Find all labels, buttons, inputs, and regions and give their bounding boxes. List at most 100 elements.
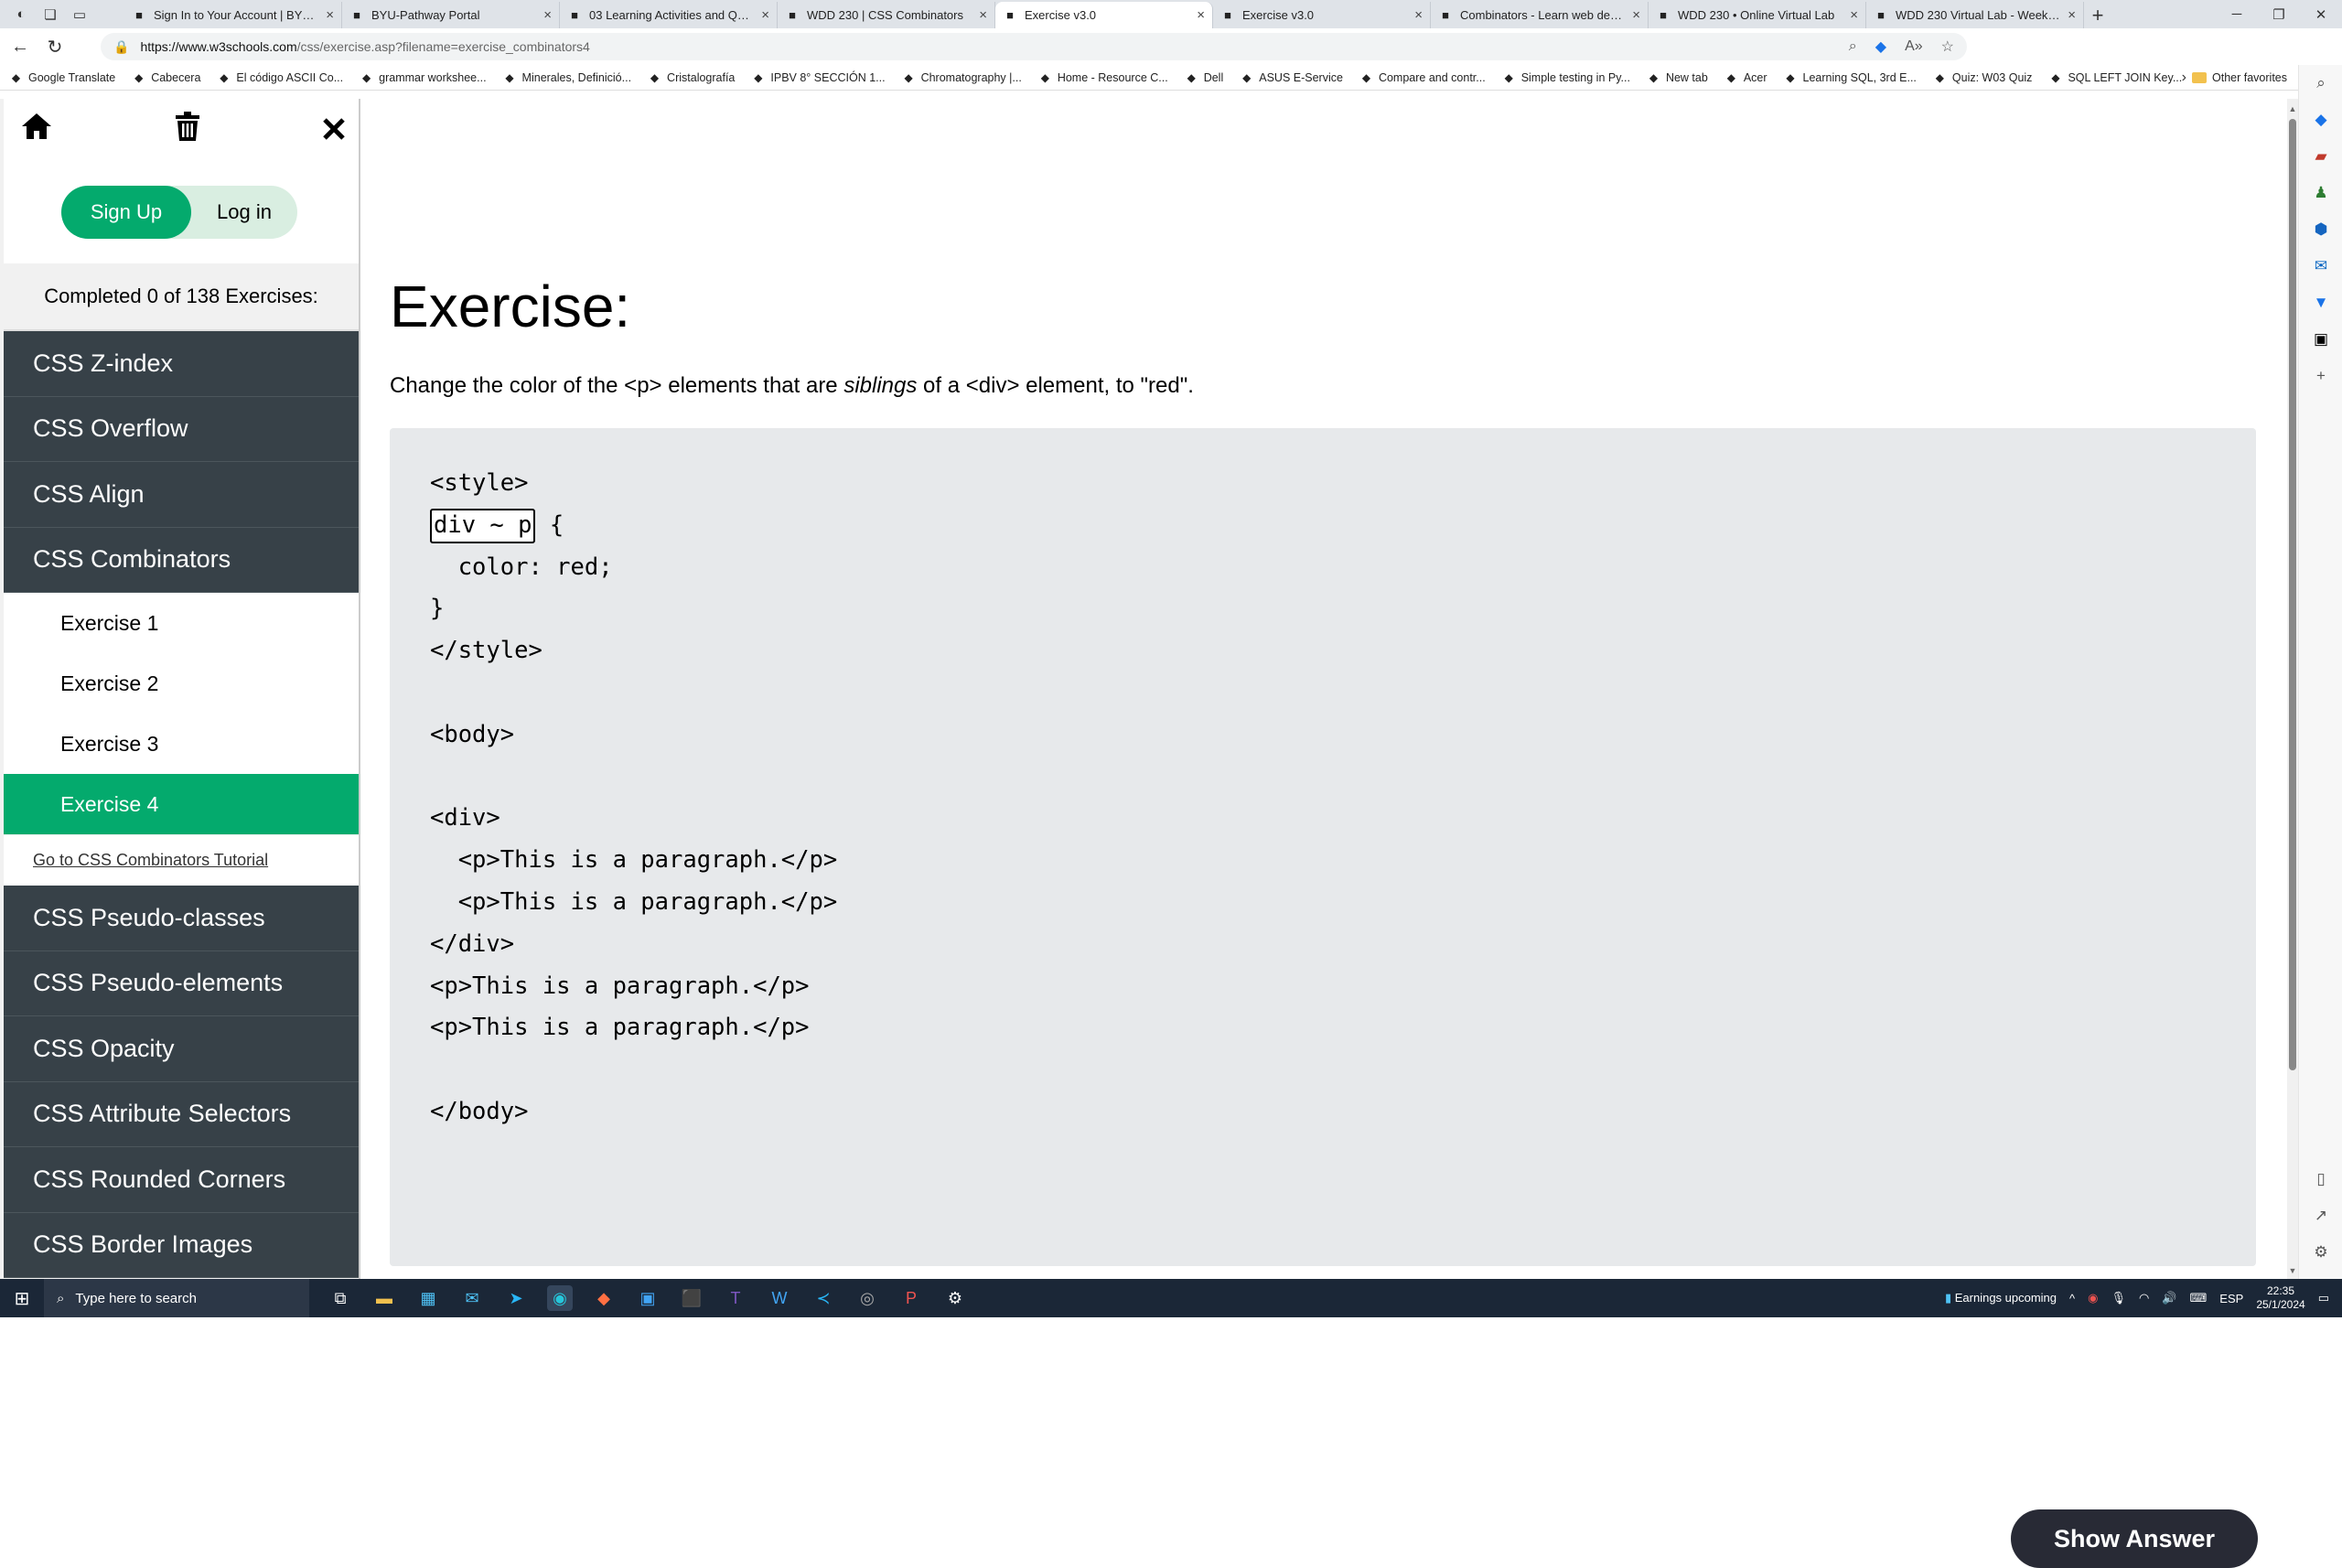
wifi-icon[interactable]: ◠ [2139,1291,2149,1305]
bookmark-item[interactable]: ◆ Chromatography |... [902,70,1021,84]
edge-icon[interactable]: ◉ [547,1285,573,1311]
browser-tab[interactable]: ■ Exercise v3.0 × [995,2,1213,28]
bookmark-item[interactable]: ◆ SQL LEFT JOIN Key... [2048,70,2182,84]
zoom-icon[interactable]: ⌕ [1849,38,1857,55]
minimize-icon[interactable]: ─ [2216,0,2258,28]
browser-tab[interactable]: ■ Combinators - Learn web develo × [1431,2,1649,28]
bookmark-item[interactable]: ◆ Google Translate [9,70,115,84]
new-tab-icon[interactable]: + [2084,2,2111,28]
bookmark-item[interactable]: ◆ Home - Resource C... [1038,70,1168,84]
outlook-icon[interactable]: ✉ [2299,248,2342,285]
chrome-like-icon[interactable]: ◎ [854,1285,880,1311]
pycharm-icon[interactable]: ⬛ [679,1285,704,1311]
windows-start-icon[interactable]: ⊞ [0,1279,44,1317]
volume-icon[interactable]: 🔊 [2162,1291,2176,1305]
sidebar-menu-item[interactable]: CSS Pseudo-classes [4,886,359,951]
url-field[interactable]: 🔒 https://www.w3schools.com/css/exercise… [101,33,1967,60]
bookmark-item[interactable]: ◆ Learning SQL, 3rd E... [1784,70,1917,84]
bookmark-item[interactable]: ◆ Quiz: W03 Quiz [1933,70,2033,84]
powerpoint-icon[interactable]: P [898,1285,924,1311]
open-external-icon[interactable]: ↗ [2299,1197,2342,1234]
show-answer-button[interactable]: Show Answer [2011,1509,2258,1568]
profile-icon[interactable]: ◐ [13,6,29,23]
sidebar-menu-item[interactable]: CSS Border Images [4,1212,359,1278]
task-view-icon[interactable]: ⧉ [328,1285,353,1311]
shopping-tag-icon[interactable]: ◆ [2299,102,2342,138]
bookmark-item[interactable]: ◆ grammar workshee... [360,70,487,84]
bookmark-item[interactable]: ◆ Minerales, Definició... [503,70,631,84]
other-favorites[interactable]: Other favorites [2192,65,2287,90]
sidebar-menu-item[interactable]: CSS Z-index [4,331,359,397]
browser-tab[interactable]: ■ WDD 230 Virtual Lab - Week 3 - × [1866,2,2084,28]
bookmark-item[interactable]: ◆ Simple testing in Py... [1502,70,1630,84]
bookmark-item[interactable]: ◆ IPBV 8° SECCIÓN 1... [751,70,885,84]
language-indicator[interactable]: ESP [2219,1292,2243,1305]
back-icon[interactable]: ← [5,32,35,61]
sidebar-exercise-item[interactable]: Exercise 1 [4,593,359,653]
bookmark-item[interactable]: ◆ Cabecera [132,70,200,84]
close-tab-icon[interactable]: × [1850,7,1858,23]
news-widget[interactable]: ▮ Earnings upcoming [1945,1291,2057,1305]
answer-input[interactable]: div ~ p [430,508,536,543]
sidebar-exercise-item[interactable]: Exercise 4 [4,774,359,834]
add-icon[interactable]: + [2299,358,2342,394]
scroll-up-icon[interactable]: ▲ [2287,102,2298,115]
close-window-icon[interactable]: ✕ [2300,0,2342,28]
bookmark-item[interactable]: ◆ El código ASCII Co... [217,70,343,84]
browser-tab[interactable]: ■ Sign In to Your Account | BYU-Pa × [124,2,342,28]
trash-icon[interactable] [175,111,200,149]
close-icon[interactable] [322,111,346,149]
sidebar-menu-item[interactable]: CSS Align [4,462,359,528]
vscode-icon[interactable]: ≺ [811,1285,836,1311]
telegram-icon[interactable]: ➤ [503,1285,529,1311]
bookmark-item[interactable]: ◆ New tab [1647,70,1708,84]
page-scrollbar[interactable]: ▲ ▼ [2287,99,2298,1279]
bookmark-item[interactable]: ◆ Dell [1185,70,1224,84]
microsoft365-icon[interactable]: ⬢ [2299,211,2342,248]
games-icon[interactable]: ♟ [2299,175,2342,211]
restore-icon[interactable]: ❐ [2258,0,2300,28]
scroll-down-icon[interactable]: ▼ [2287,1264,2298,1277]
sidebar-menu-item[interactable]: CSS Combinators [4,527,359,593]
chevron-right-icon[interactable]: › [2182,65,2186,90]
browser-tab[interactable]: ■ WDD 230 | CSS Combinators × [778,2,995,28]
file-explorer-icon[interactable]: ▬ [371,1285,397,1311]
sidebar-menu-item[interactable]: CSS Overflow [4,396,359,462]
sidebar-menu-item[interactable]: CSS Pseudo-elements [4,950,359,1016]
scroll-thumb[interactable] [2289,119,2296,1070]
bookmark-item[interactable]: ◆ Acer [1724,70,1767,84]
tools-icon[interactable]: ▰ [2299,138,2342,175]
app-icon[interactable]: ▣ [2299,321,2342,358]
shopping-icon[interactable]: ◆ [1875,38,1886,56]
drop-icon[interactable]: ▼ [2299,285,2342,321]
tab-actions-icon[interactable]: ▭ [71,6,88,23]
browser-tab[interactable]: ■ 03 Learning Activities and Quiz: I × [560,2,778,28]
notifications-icon[interactable]: ▭ [2318,1291,2329,1305]
keyboard-icon[interactable]: ⌨ [2190,1291,2208,1305]
bookmark-item[interactable]: ◆ Cristalografía [648,70,735,84]
bookmark-item[interactable]: ◆ ASUS E-Service [1240,70,1343,84]
workspaces-icon[interactable]: ❏ [42,6,59,23]
antivirus-icon[interactable]: ◉ [2088,1291,2098,1305]
close-tab-icon[interactable]: × [761,7,769,23]
sidebar-menu-item[interactable]: CSS Attribute Selectors [4,1081,359,1147]
close-tab-icon[interactable]: × [1632,7,1640,23]
refresh-icon[interactable]: ↻ [40,32,70,61]
favorite-star-icon[interactable]: ☆ [1941,38,1954,56]
tutorial-link[interactable]: Go to CSS Combinators Tutorial [4,834,359,886]
browser-tab[interactable]: ■ Exercise v3.0 × [1213,2,1431,28]
sidebar-menu-item[interactable]: CSS Rounded Corners [4,1147,359,1213]
store-icon[interactable]: ▦ [415,1285,441,1311]
clock[interactable]: 22:35 25/1/2024 [2256,1284,2304,1312]
close-tab-icon[interactable]: × [543,7,552,23]
word-icon[interactable]: W [767,1285,792,1311]
brave-icon[interactable]: ◆ [591,1285,617,1311]
sign-up-button[interactable]: Sign Up [61,186,191,239]
read-aloud-icon[interactable]: A» [1905,38,1923,55]
home-icon[interactable] [20,111,53,149]
browser-tab[interactable]: ■ WDD 230 • Online Virtual Lab × [1649,2,1866,28]
close-tab-icon[interactable]: × [2068,7,2076,23]
sidebar-layout-icon[interactable]: ▯ [2299,1161,2342,1197]
browser-tab[interactable]: ■ BYU-Pathway Portal × [342,2,560,28]
close-tab-icon[interactable]: × [326,7,334,23]
